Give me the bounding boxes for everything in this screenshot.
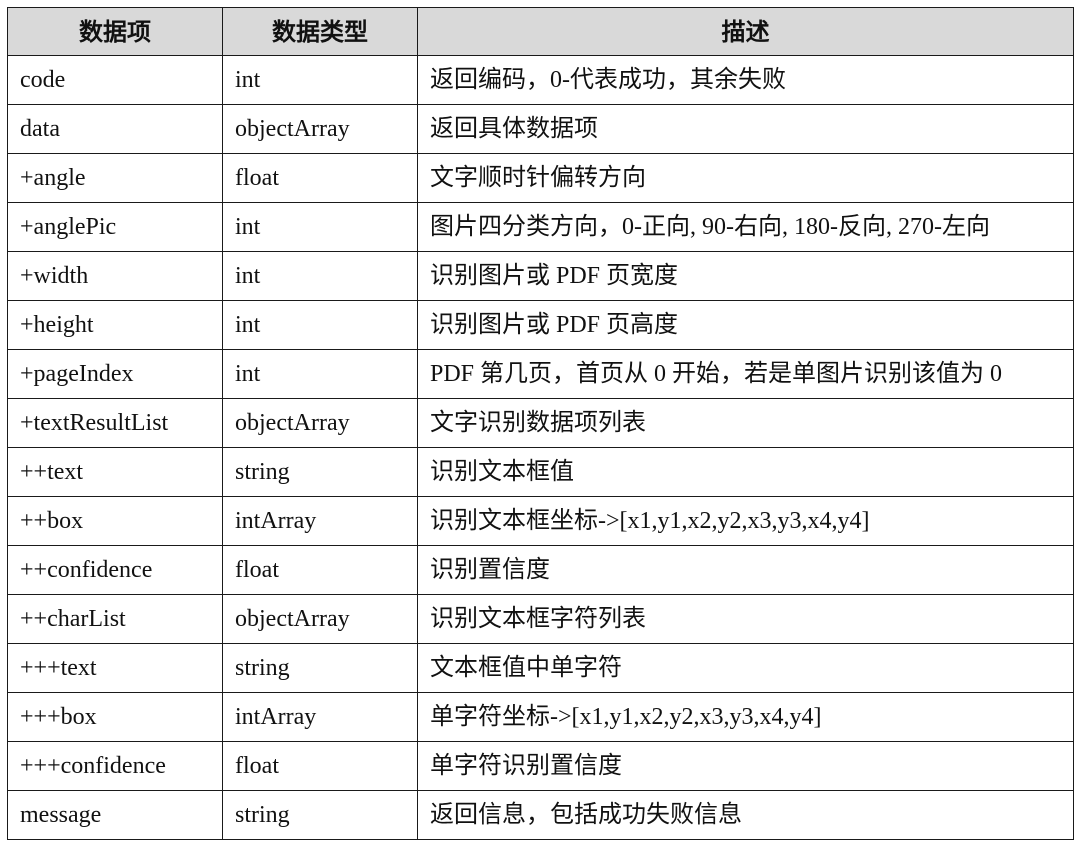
cell-type: objectArray (222, 594, 418, 644)
table-row: +++box intArray 单字符坐标->[x1,y1,x2,y2,x3,y… (7, 692, 1074, 742)
cell-description: 图片四分类方向，0-正向, 90-右向, 180-反向, 270-左向 (417, 202, 1074, 252)
cell-description: 返回具体数据项 (417, 104, 1074, 154)
cell-description: 单字符识别置信度 (417, 741, 1074, 791)
cell-type: string (222, 447, 418, 497)
cell-type: intArray (222, 496, 418, 546)
table-row: ++text string 识别文本框值 (7, 447, 1074, 497)
cell-item: +++confidence (7, 741, 223, 791)
table-row: +anglePic int 图片四分类方向，0-正向, 90-右向, 180-反… (7, 202, 1074, 252)
cell-type: int (222, 55, 418, 105)
cell-description: 识别图片或 PDF 页宽度 (417, 251, 1074, 301)
cell-description: PDF 第几页，首页从 0 开始，若是单图片识别该值为 0 (417, 349, 1074, 399)
table-row: +textResultList objectArray 文字识别数据项列表 (7, 398, 1074, 448)
table-row: +++confidence float 单字符识别置信度 (7, 741, 1074, 791)
cell-description: 识别图片或 PDF 页高度 (417, 300, 1074, 350)
table-row: message string 返回信息，包括成功失败信息 (7, 790, 1074, 840)
cell-description: 返回信息，包括成功失败信息 (417, 790, 1074, 840)
cell-description: 识别文本框字符列表 (417, 594, 1074, 644)
header-item: 数据项 (7, 7, 223, 56)
table-row: +angle float 文字顺时针偏转方向 (7, 153, 1074, 203)
cell-description: 识别文本框值 (417, 447, 1074, 497)
table-header-row: 数据项 数据类型 描述 (7, 7, 1074, 56)
cell-description: 文字识别数据项列表 (417, 398, 1074, 448)
cell-item: +++box (7, 692, 223, 742)
cell-type: string (222, 643, 418, 693)
cell-item: +textResultList (7, 398, 223, 448)
cell-item: data (7, 104, 223, 154)
table-row: ++box intArray 识别文本框坐标->[x1,y1,x2,y2,x3,… (7, 496, 1074, 546)
cell-item: code (7, 55, 223, 105)
table-row: code int 返回编码，0-代表成功，其余失败 (7, 55, 1074, 105)
header-type: 数据类型 (222, 7, 418, 56)
cell-type: int (222, 300, 418, 350)
cell-type: float (222, 545, 418, 595)
cell-type: intArray (222, 692, 418, 742)
header-description: 描述 (417, 7, 1074, 56)
cell-item: +width (7, 251, 223, 301)
cell-description: 文字顺时针偏转方向 (417, 153, 1074, 203)
cell-type: int (222, 202, 418, 252)
table-row: ++charList objectArray 识别文本框字符列表 (7, 594, 1074, 644)
cell-item: message (7, 790, 223, 840)
cell-description: 返回编码，0-代表成功，其余失败 (417, 55, 1074, 105)
response-fields-table: 数据项 数据类型 描述 code int 返回编码，0-代表成功，其余失败 da… (7, 7, 1074, 840)
cell-type: int (222, 349, 418, 399)
cell-type: int (222, 251, 418, 301)
cell-item: +anglePic (7, 202, 223, 252)
cell-type: objectArray (222, 398, 418, 448)
cell-type: float (222, 741, 418, 791)
cell-description: 单字符坐标->[x1,y1,x2,y2,x3,y3,x4,y4] (417, 692, 1074, 742)
cell-type: objectArray (222, 104, 418, 154)
cell-type: float (222, 153, 418, 203)
table-row: +height int 识别图片或 PDF 页高度 (7, 300, 1074, 350)
cell-item: +pageIndex (7, 349, 223, 399)
table-row: data objectArray 返回具体数据项 (7, 104, 1074, 154)
table-row: +++text string 文本框值中单字符 (7, 643, 1074, 693)
cell-item: +height (7, 300, 223, 350)
cell-item: ++box (7, 496, 223, 546)
cell-item: ++charList (7, 594, 223, 644)
cell-description: 识别置信度 (417, 545, 1074, 595)
table-row: +width int 识别图片或 PDF 页宽度 (7, 251, 1074, 301)
cell-item: +angle (7, 153, 223, 203)
cell-item: +++text (7, 643, 223, 693)
cell-item: ++confidence (7, 545, 223, 595)
table-row: ++confidence float 识别置信度 (7, 545, 1074, 595)
cell-description: 文本框值中单字符 (417, 643, 1074, 693)
cell-type: string (222, 790, 418, 840)
cell-item: ++text (7, 447, 223, 497)
table-row: +pageIndex int PDF 第几页，首页从 0 开始，若是单图片识别该… (7, 349, 1074, 399)
cell-description: 识别文本框坐标->[x1,y1,x2,y2,x3,y3,x4,y4] (417, 496, 1074, 546)
